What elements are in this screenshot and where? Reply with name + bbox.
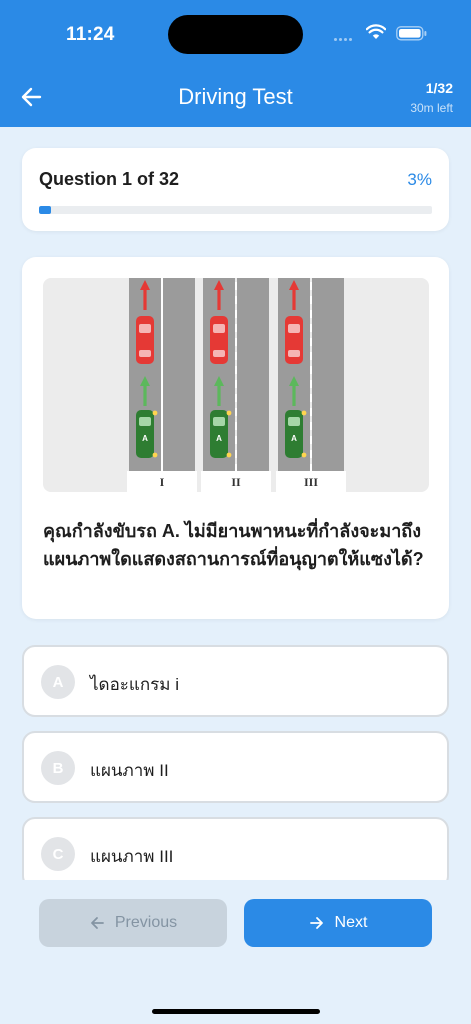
- option-letter-badge: A: [41, 665, 75, 699]
- dashed-line-segment: [235, 338, 237, 346]
- diagram-panel: A III: [276, 278, 346, 492]
- dashed-line-segment: [235, 324, 237, 332]
- wifi-icon: [366, 24, 386, 39]
- indicator-light: [301, 410, 307, 416]
- green-car-windshield: [213, 417, 225, 426]
- dashed-line-segment: [235, 408, 237, 416]
- answer-option[interactable]: A ไดอะแกรม i: [22, 645, 449, 717]
- red-car-rear-window: [213, 350, 225, 357]
- dashed-line-segment: [310, 436, 312, 444]
- previous-label: Previous: [114, 914, 178, 931]
- car-label: A: [216, 434, 222, 443]
- red-arrow-shaft: [292, 288, 296, 310]
- car-label: A: [142, 434, 148, 443]
- dashed-line-segment: [310, 394, 312, 402]
- dashed-line-segment: [235, 380, 237, 388]
- panel-label: III: [304, 475, 318, 489]
- dashed-line-segment: [235, 296, 237, 304]
- option-label: แผนภาพ II: [90, 761, 169, 780]
- panel-label: II: [231, 475, 241, 489]
- panel-label: I: [160, 475, 165, 489]
- progress-bar: [39, 206, 432, 214]
- option-letter-badge: C: [41, 837, 75, 871]
- dashed-line-segment: [235, 366, 237, 374]
- progress-percent: 3%: [407, 170, 432, 189]
- dashed-line-segment: [235, 450, 237, 458]
- time-remaining: 30m left: [410, 101, 453, 115]
- dashed-line-segment: [310, 408, 312, 416]
- red-car-windshield: [139, 324, 151, 333]
- red-arrow-shaft: [217, 288, 221, 310]
- option-letter-badge: B: [41, 751, 75, 785]
- option-label: แผนภาพ III: [90, 847, 174, 866]
- next-button[interactable]: Next: [244, 899, 432, 947]
- arrow-left-icon: [90, 917, 104, 929]
- indicator-light: [226, 410, 232, 416]
- question-counter: 1/32: [425, 80, 453, 96]
- dashed-line-segment: [235, 352, 237, 360]
- diagram-panel: AI: [127, 278, 197, 492]
- dashed-line-segment: [235, 310, 237, 318]
- lane-right: [163, 278, 195, 471]
- progress-label: Question 1 of 32: [39, 169, 180, 189]
- green-car-windshield: [288, 417, 300, 426]
- solid-line: [161, 278, 163, 471]
- indicator-light: [152, 410, 158, 416]
- dashed-line-segment: [235, 464, 237, 472]
- dashed-line-segment: [235, 394, 237, 402]
- lane-right: [237, 278, 269, 471]
- green-arrow-shaft: [292, 384, 296, 406]
- red-car-rear-window: [288, 350, 300, 357]
- indicator-light: [301, 452, 307, 458]
- dashed-line-segment: [235, 282, 237, 290]
- dashed-line-segment: [235, 422, 237, 430]
- home-indicator: [152, 1009, 320, 1014]
- question-image: A I A II A III: [43, 278, 429, 492]
- page-title: Driving Test: [178, 84, 293, 109]
- lane-right: [312, 278, 344, 471]
- red-car-windshield: [288, 324, 300, 333]
- cellular-signal-icon: [334, 38, 352, 41]
- dashed-line-segment: [310, 422, 312, 430]
- diagram-panel: A II: [201, 278, 271, 492]
- dynamic-island: [168, 15, 303, 54]
- arrow-right-icon: [309, 917, 323, 929]
- dashed-line-segment: [235, 436, 237, 444]
- progress-card: Question 1 of 32 3%: [22, 148, 449, 231]
- dashed-line-segment: [310, 310, 312, 318]
- red-arrow-shaft: [143, 288, 147, 310]
- question-card: A I A II A III คุณกำลังขับรถ A. ไม่มียานพาหนะ…: [22, 257, 449, 619]
- red-car-rear-window: [139, 350, 151, 357]
- answer-option[interactable]: C แผนภาพ III: [22, 817, 449, 880]
- dashed-line-segment: [310, 464, 312, 472]
- status-time: 11:24: [66, 24, 115, 45]
- green-arrow-shaft: [143, 384, 147, 406]
- dashed-line-segment: [310, 296, 312, 304]
- red-car-windshield: [213, 324, 225, 333]
- dashed-line-segment: [310, 380, 312, 388]
- previous-button[interactable]: Previous: [39, 899, 227, 947]
- question-text: คุณกำลังขับรถ A. ไม่มียานพาหนะที่กำลังจะ…: [43, 521, 424, 569]
- app-header: 11:24 Driving Test 1/32 30m left: [0, 0, 471, 127]
- dashed-line-segment: [310, 366, 312, 374]
- overtaking-diagram: AIAIIAIII: [127, 278, 346, 492]
- dashed-line-segment: [310, 352, 312, 360]
- answer-options-list[interactable]: A ไดอะแกรม i B แผนภาพ II C แผนภาพ III: [0, 636, 471, 880]
- dashed-line-segment: [310, 282, 312, 290]
- next-label: Next: [334, 914, 368, 931]
- car-label: A: [291, 434, 297, 443]
- progress-bar-fill: [39, 206, 51, 214]
- answer-option[interactable]: B แผนภาพ II: [22, 731, 449, 803]
- green-arrow-shaft: [217, 384, 221, 406]
- indicator-light: [226, 452, 232, 458]
- battery-icon: [396, 26, 427, 41]
- dashed-line-segment: [310, 450, 312, 458]
- indicator-light: [152, 452, 158, 458]
- green-car-windshield: [139, 417, 151, 426]
- option-label: ไดอะแกรม i: [90, 675, 180, 694]
- dashed-line-segment: [310, 338, 312, 346]
- dashed-line-segment: [310, 324, 312, 332]
